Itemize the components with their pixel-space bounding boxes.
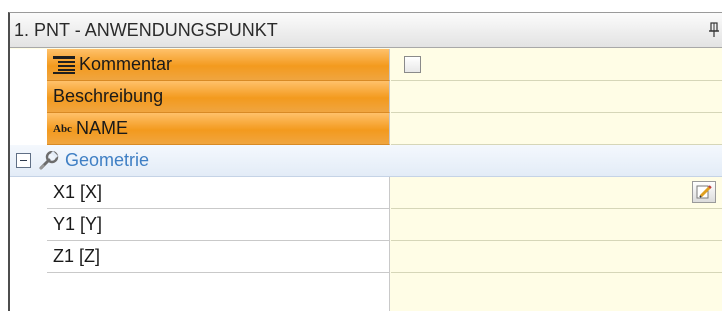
kommentar-label-cell[interactable]: Kommentar xyxy=(47,49,390,81)
beschreibung-label-cell[interactable]: Beschreibung xyxy=(47,81,390,113)
properties-panel: 1. PNT - ANWENDUNGSPUNKT Kommentar Besch… xyxy=(8,12,722,311)
row-y1: Y1 [Y] xyxy=(10,209,722,241)
row-gutter xyxy=(10,81,47,113)
list-icon xyxy=(53,55,75,74)
empty-value-cell xyxy=(391,273,722,311)
x1-label: X1 [X] xyxy=(53,182,103,202)
pin-icon[interactable] xyxy=(708,22,720,38)
z1-label: Z1 [Z] xyxy=(53,246,101,266)
property-grid: Kommentar Beschreibung Abc NAME Geometri… xyxy=(10,49,722,311)
wrench-icon xyxy=(39,151,59,170)
y1-value-field[interactable] xyxy=(391,209,722,241)
x1-value-field[interactable] xyxy=(391,177,722,209)
name-value-field[interactable] xyxy=(391,113,722,145)
row-z1: Z1 [Z] xyxy=(10,241,722,273)
beschreibung-label: Beschreibung xyxy=(53,86,164,106)
empty-label-cell xyxy=(47,273,390,311)
kommentar-label: Kommentar xyxy=(79,54,173,74)
row-gutter xyxy=(10,113,47,145)
row-gutter xyxy=(10,273,47,311)
name-label: NAME xyxy=(75,118,128,138)
x1-label-cell[interactable]: X1 [X] xyxy=(47,177,390,209)
kommentar-checkbox[interactable] xyxy=(404,56,421,73)
group-label: Geometrie xyxy=(65,150,150,170)
z1-label-cell[interactable]: Z1 [Z] xyxy=(47,241,390,273)
row-x1: X1 [X] xyxy=(10,177,722,209)
name-label-cell[interactable]: Abc NAME xyxy=(47,113,390,145)
row-gutter xyxy=(10,209,47,241)
row-empty xyxy=(10,273,722,311)
y1-label-cell[interactable]: Y1 [Y] xyxy=(47,209,390,241)
edit-button[interactable] xyxy=(692,181,716,203)
collapse-icon[interactable] xyxy=(16,153,31,168)
row-name: Abc NAME xyxy=(10,113,722,145)
panel-title: 1. PNT - ANWENDUNGSPUNKT xyxy=(14,19,278,40)
row-gutter xyxy=(10,241,47,273)
y1-label: Y1 [Y] xyxy=(53,214,103,234)
kommentar-value-cell[interactable] xyxy=(391,49,722,81)
pencil-icon xyxy=(696,185,712,199)
group-geometrie[interactable]: Geometrie xyxy=(10,145,722,177)
row-beschreibung: Beschreibung xyxy=(10,81,722,113)
row-gutter xyxy=(10,49,47,81)
row-gutter xyxy=(10,177,47,209)
beschreibung-value-field[interactable] xyxy=(391,81,722,113)
window-top-strip xyxy=(0,0,722,8)
z1-value-field[interactable] xyxy=(391,241,722,273)
panel-header: 1. PNT - ANWENDUNGSPUNKT xyxy=(10,13,722,48)
row-kommentar: Kommentar xyxy=(10,49,722,81)
text-type-icon: Abc xyxy=(53,122,72,135)
